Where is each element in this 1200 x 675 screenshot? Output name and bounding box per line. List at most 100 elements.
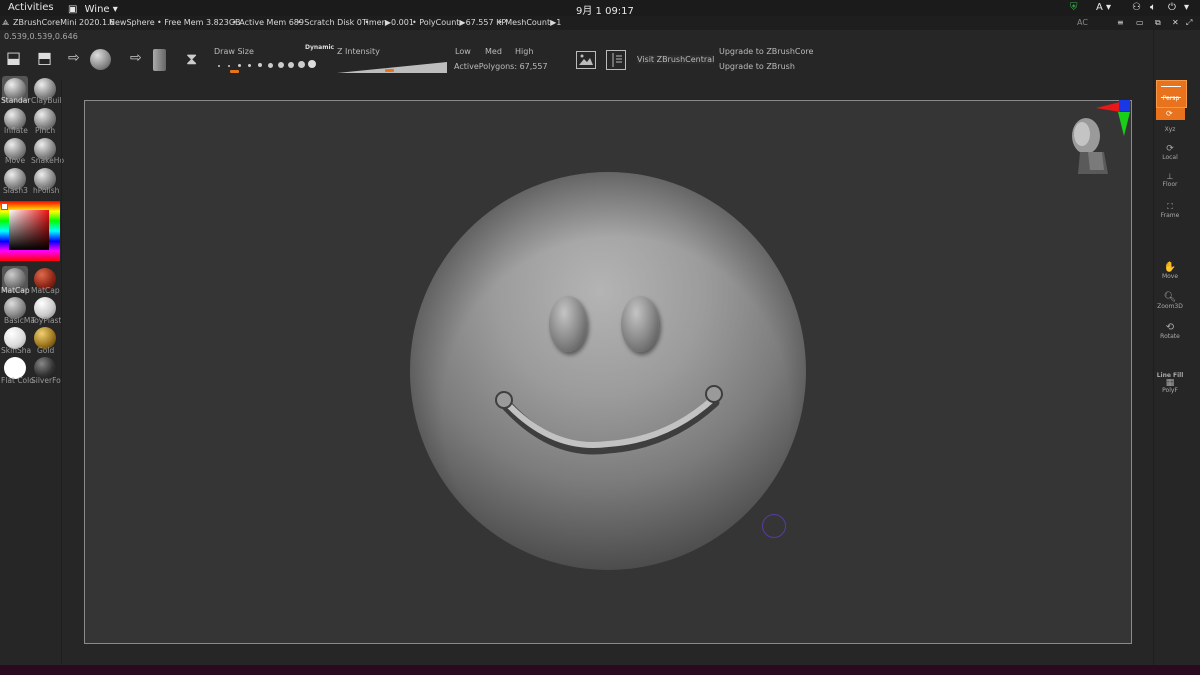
local-label: Local (1162, 154, 1178, 161)
system-top-bar: Activities ▣ Wine ▾ 9月 1 09:17 ⛨ A ▾ ⚇ 🔈… (0, 0, 1200, 17)
brush-label: Inflate (4, 126, 28, 135)
move-view-button[interactable]: ✋ Move (1156, 262, 1184, 280)
upgrade-zbrush-button[interactable]: Upgrade to ZBrush (719, 62, 795, 71)
floor-label: Floor (1162, 181, 1178, 188)
poly-count: • PolyCount▶67.557 KP (412, 18, 507, 27)
material-label: Flat Colo (1, 376, 34, 385)
brush-cursor (762, 514, 786, 538)
color-saturation-square[interactable] (9, 210, 49, 250)
cursor-coordinates: 0.539,0.539,0.646 (4, 32, 78, 41)
arrow-right-icon-2[interactable]: ⇨ (130, 50, 142, 66)
material-label: SilverFo (31, 376, 61, 385)
z-intensity-slider[interactable] (337, 59, 447, 73)
input-language-menu[interactable]: A ▾ (1096, 2, 1111, 13)
wine-app-menu[interactable]: ▣ Wine ▾ (68, 2, 118, 15)
ac-label: AC (1077, 18, 1088, 27)
persp-button[interactable]: Persp (1156, 80, 1187, 108)
rotate-icon: ⟲ (1165, 322, 1175, 333)
hand-icon: ✋ (1163, 262, 1177, 273)
mesh-count: • MeshCount▶1 (498, 18, 562, 27)
xyz-label: Xyz (1164, 126, 1176, 133)
volume-icon[interactable]: 🔈︎ (1150, 2, 1156, 13)
material-palette: MatCap MatCap BasicMa ToyPlast SkinSha G… (0, 266, 62, 386)
app-title: ZBrushCoreMini 2020.1.6 (13, 18, 115, 27)
right-shelf-divider (1153, 30, 1154, 665)
rotate-label: Rotate (1160, 333, 1180, 340)
shield-icon[interactable]: ⛨ (1070, 2, 1078, 13)
draw-size-slider-handle (230, 70, 239, 73)
arrow-right-icon[interactable]: ⇨ (68, 50, 80, 66)
brush-label: Standar (1, 96, 31, 105)
symmetry-icon[interactable]: ⧗ (186, 49, 197, 69)
window-title-bar: ⟁ ZBrushCoreMini 2020.1.6 NewSphere • Fr… (0, 16, 1200, 30)
primary-color-swatch[interactable] (1, 203, 8, 210)
minimize-icon[interactable]: ▭ (1136, 18, 1144, 27)
zoom3d-button[interactable]: 🔍︎ Zoom3D (1156, 292, 1184, 310)
high-button[interactable]: High (515, 47, 533, 56)
network-icon[interactable]: ⚇ (1132, 2, 1141, 13)
activities-button[interactable]: Activities (8, 2, 54, 13)
clock[interactable]: 9月 1 09:17 (576, 2, 634, 17)
power-icon[interactable]: ⏻ (1168, 2, 1176, 13)
left-shelf-divider (61, 80, 62, 665)
local-button[interactable]: ⟳ Local (1156, 144, 1184, 161)
draw-size-label: Draw Size (214, 47, 254, 56)
scratch-disk: • Scratch Disk 0 • (297, 18, 370, 27)
zbrush-logo-icon: ⟁ (2, 18, 10, 27)
z-intensity-slider-handle (385, 69, 394, 72)
wine-menu-label: Wine ▾ (84, 4, 118, 15)
image-icon[interactable] (576, 51, 596, 69)
frame-label: Frame (1160, 212, 1180, 219)
material-label: MatCap (1, 286, 30, 295)
brush-label: Slash3 (3, 186, 28, 195)
polyframe-button[interactable]: Line Fill ▦ PolyF (1156, 372, 1184, 394)
local-icon: ⟳ (1166, 144, 1174, 154)
sphere-tool-icon[interactable] (90, 49, 111, 70)
polyf-label: PolyF (1162, 387, 1178, 394)
refresh-icon: ⟳ (1166, 109, 1173, 118)
brush-label: hPolish (33, 186, 60, 195)
brush-label: SnakeHo (31, 156, 65, 165)
save-file-icon[interactable]: ⬒ (37, 48, 52, 67)
axis-gizmo[interactable] (1094, 98, 1132, 138)
frame-button[interactable]: ⛶ Frame (1156, 202, 1184, 219)
sphere-shadow (410, 172, 806, 570)
restore-icon[interactable]: ⧉ (1155, 18, 1161, 28)
timer: Timer▶0.001 (362, 18, 414, 27)
smile-mouth (495, 385, 723, 455)
low-button[interactable]: Low (455, 47, 471, 56)
dynamic-label[interactable]: Dynamic (305, 44, 334, 51)
zoom3d-label: Zoom3D (1157, 303, 1183, 310)
visit-zbrushcentral-button[interactable]: Visit ZBrushCentral (637, 55, 715, 64)
free-mem: • Free Mem 3.823GB (157, 18, 241, 27)
zoom-icon: 🔍︎ (1163, 292, 1177, 303)
left-eye (549, 296, 587, 352)
top-toolbar: ⬓ ⬒ ⇨ ⇨ ⧗ Draw Size Dynamic Z Intensity … (0, 44, 1200, 78)
frame-icon: ⛶ (1167, 202, 1173, 211)
move-label: Move (1161, 273, 1179, 280)
book-icon[interactable] (606, 50, 626, 70)
upgrade-zbrushcore-button[interactable]: Upgrade to ZBrushCore (719, 47, 813, 56)
floor-button[interactable]: ⊥ Floor (1156, 172, 1184, 188)
close-icon[interactable]: ✕ (1172, 18, 1179, 27)
color-picker[interactable] (0, 201, 60, 261)
persp-toggle-button[interactable]: ⟳ (1156, 108, 1185, 120)
draw-size-slider[interactable] (218, 60, 324, 73)
persp-label: Persp (1162, 95, 1180, 102)
chevron-down-icon[interactable]: ▾ (1184, 2, 1189, 13)
material-label: ToyPlast (31, 316, 62, 325)
material-label: SkinSha (1, 346, 32, 355)
material-label: MatCap (31, 286, 60, 295)
polyframe-icon: ▦ (1165, 378, 1175, 388)
resize-icon[interactable]: ⤢ (1186, 18, 1192, 28)
xyz-button[interactable]: Xyz (1156, 126, 1184, 133)
active-mem: • Active Mem 689 (232, 18, 304, 27)
open-file-icon[interactable]: ⬓ (6, 48, 21, 67)
cylinder-tool-icon[interactable] (153, 49, 166, 71)
rotate-button[interactable]: ⟲ Rotate (1156, 322, 1184, 340)
material-label: Gold (37, 346, 55, 355)
med-button[interactable]: Med (485, 47, 502, 56)
document-name: NewSphere (109, 18, 155, 27)
window-menu-icon[interactable]: ≡ (1117, 18, 1124, 27)
wine-icon: ▣ (68, 4, 78, 15)
